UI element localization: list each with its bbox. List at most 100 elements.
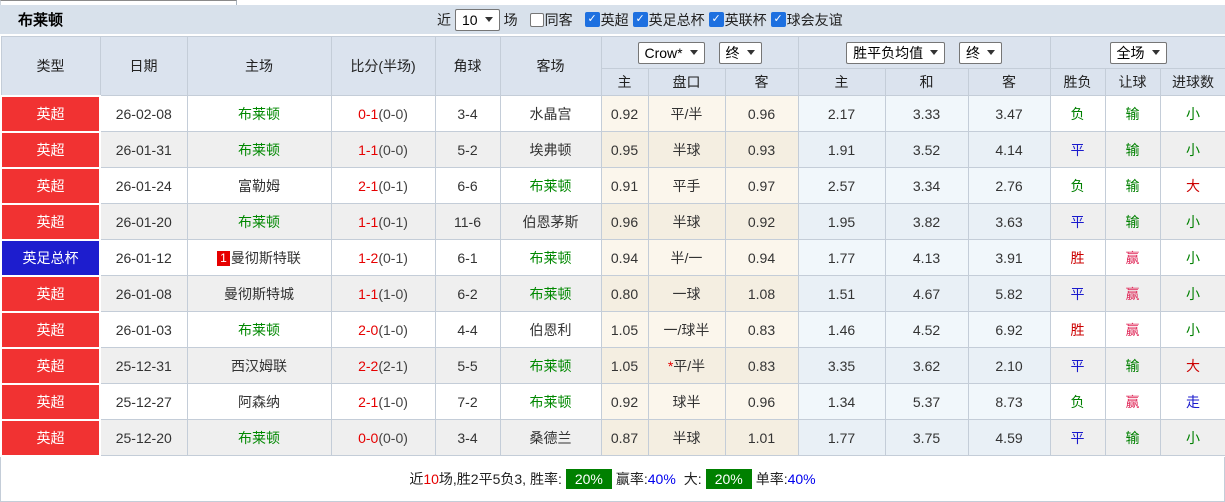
avg-draw-odds: 3.33 bbox=[884, 95, 969, 132]
match-date: 26-02-08 bbox=[99, 95, 188, 132]
average-time-select[interactable]: 终 bbox=[958, 41, 1002, 64]
handicap-result: 输 bbox=[1104, 347, 1161, 384]
away-team-name: 布莱顿 bbox=[529, 285, 572, 302]
match-result: 负 bbox=[1049, 167, 1106, 204]
away-team-name: 桑德兰 bbox=[529, 429, 572, 446]
filter-league-cup[interactable]: ✓ 英联杯 bbox=[708, 10, 767, 30]
handicap-line: 一/球半 bbox=[647, 311, 726, 348]
match-date: 25-12-31 bbox=[99, 347, 188, 384]
home-team-name: 西汉姆联 bbox=[231, 357, 287, 374]
away-team-cell: 埃弗顿 bbox=[499, 131, 602, 168]
summary-recent-label: 近 bbox=[409, 470, 424, 487]
match-date: 26-01-03 bbox=[99, 311, 188, 348]
league-badge: 英足总杯 bbox=[0, 238, 101, 277]
avg-home-odds: 1.51 bbox=[797, 275, 886, 312]
handicap-home-odds: 0.87 bbox=[600, 419, 649, 456]
recent-count-select[interactable]: 10 bbox=[455, 8, 500, 31]
halftime-score: (0-0) bbox=[378, 141, 408, 158]
recent-label: 近 bbox=[437, 11, 451, 28]
summary-record: 场,胜2平5负3, 胜率: bbox=[438, 470, 562, 487]
handicap-home-odds: 0.92 bbox=[600, 95, 649, 132]
avg-away-odds: 6.92 bbox=[967, 311, 1051, 348]
table-row: 英超 25-12-20 布莱顿 0-0(0-0) 3-4 桑德兰 0.87 半球… bbox=[0, 418, 1225, 457]
away-team-cell: 水晶宫 bbox=[499, 95, 602, 132]
away-team-cell: 布莱顿 bbox=[499, 275, 602, 312]
avg-draw-odds: 3.62 bbox=[884, 347, 969, 384]
filter-fa-cup[interactable]: ✓ 英足总杯 bbox=[632, 10, 705, 30]
handicap-line-text: 半球 bbox=[672, 141, 701, 158]
checkbox-unchecked-icon[interactable] bbox=[529, 12, 544, 27]
goals-result: 大 bbox=[1159, 167, 1225, 204]
handicap-home-odds: 0.80 bbox=[600, 275, 649, 312]
goals-result: 小 bbox=[1159, 419, 1225, 456]
checkbox-checked-icon[interactable]: ✓ bbox=[584, 12, 600, 27]
avg-draw-odds: 4.52 bbox=[884, 311, 969, 348]
table-row: 英超 25-12-27 阿森纳 2-1(1-0) 7-2 布莱顿 0.92 球半… bbox=[0, 382, 1225, 421]
fulltime-score: 0-1 bbox=[358, 105, 379, 122]
win-rate-chip: 20% bbox=[565, 468, 612, 489]
avg-draw-odds: 4.67 bbox=[884, 275, 969, 312]
goals-result: 大 bbox=[1159, 347, 1225, 384]
period-select[interactable]: 全场 bbox=[1109, 41, 1167, 64]
home-team-name: 布莱顿 bbox=[238, 429, 280, 446]
away-team-cell: 布莱顿 bbox=[499, 239, 602, 276]
avg-draw-odds: 3.82 bbox=[884, 203, 969, 240]
fulltime-score: 2-1 bbox=[358, 393, 379, 410]
halftime-score: (1-0) bbox=[378, 321, 408, 338]
league-badge: 英超 bbox=[0, 382, 101, 421]
home-team-cell: 布莱顿 bbox=[186, 95, 332, 132]
goals-result: 小 bbox=[1159, 311, 1225, 348]
filter-club-friendly[interactable]: ✓ 球会友谊 bbox=[770, 10, 843, 30]
score-cell: 1-1(0-1) bbox=[330, 203, 436, 240]
average-odds-group-header: 胜平负均值 终 bbox=[797, 36, 1051, 69]
checkbox-checked-icon[interactable]: ✓ bbox=[770, 12, 786, 27]
corner-count: 6-1 bbox=[434, 239, 501, 276]
average-type-select[interactable]: 胜平负均值 bbox=[846, 41, 946, 64]
handicap-time-select[interactable]: 终 bbox=[718, 41, 762, 64]
home-team-cell: 曼彻斯特城 bbox=[186, 275, 332, 312]
table-row: 英超 26-01-24 富勒姆 2-1(0-1) 6-6 布莱顿 0.91 平手… bbox=[0, 166, 1225, 205]
filter-same-venue[interactable]: 同客 bbox=[529, 10, 573, 30]
corner-count: 3-4 bbox=[434, 95, 501, 132]
summary-recent-count: 10 bbox=[423, 470, 439, 487]
handicap-rate-label: 赢率: bbox=[615, 470, 648, 487]
chevron-down-icon bbox=[689, 50, 698, 55]
handicap-line: 半球 bbox=[647, 203, 726, 240]
filter-premier-league[interactable]: ✓ 英超 bbox=[584, 10, 629, 30]
number-badge: 1 bbox=[217, 250, 230, 266]
handicap-away-odds: 0.96 bbox=[724, 95, 799, 132]
handicap-home-odds: 0.95 bbox=[600, 131, 649, 168]
away-team-cell: 伯恩茅斯 bbox=[499, 203, 602, 240]
match-result: 胜 bbox=[1049, 311, 1106, 348]
home-team-name: 富勒姆 bbox=[238, 177, 280, 194]
summary-footer: 近 10 场,胜2平5负3, 胜率: 20% 赢率: 40% 大: 20% 单率: 40% bbox=[0, 456, 1225, 502]
away-team-cell: 桑德兰 bbox=[499, 419, 602, 456]
match-date: 26-01-20 bbox=[99, 203, 188, 240]
match-result: 平 bbox=[1049, 203, 1106, 240]
avg-home-odds: 3.35 bbox=[797, 347, 886, 384]
avg-home-odds: 1.91 bbox=[797, 131, 886, 168]
fulltime-score: 2-0 bbox=[358, 321, 379, 338]
avg-away-odds: 4.59 bbox=[967, 419, 1051, 456]
checkbox-checked-icon[interactable]: ✓ bbox=[708, 12, 724, 27]
avg-away-odds: 2.76 bbox=[967, 167, 1051, 204]
home-team-cell: 富勒姆 bbox=[186, 167, 332, 204]
match-date: 25-12-20 bbox=[99, 419, 188, 456]
col-header-odds-away: 客 bbox=[724, 68, 799, 96]
col-header-goals: 进球数 bbox=[1159, 68, 1225, 96]
chevron-down-icon bbox=[484, 17, 493, 22]
handicap-line-text: 一球 bbox=[672, 285, 701, 302]
handicap-home-odds: 0.94 bbox=[600, 239, 649, 276]
league-badge: 英超 bbox=[0, 94, 101, 133]
bookmaker-select[interactable]: Crow* bbox=[637, 41, 705, 64]
corner-count: 5-5 bbox=[434, 347, 501, 384]
fulltime-score: 0-0 bbox=[358, 429, 379, 446]
col-header-handicap-result: 让球 bbox=[1104, 68, 1161, 96]
goals-result: 小 bbox=[1159, 239, 1225, 276]
home-team-name: 曼彻斯特城 bbox=[224, 285, 294, 302]
home-team-cell: 布莱顿 bbox=[186, 203, 332, 240]
league-badge: 英超 bbox=[0, 166, 101, 205]
checkbox-checked-icon[interactable]: ✓ bbox=[632, 12, 648, 27]
avg-draw-odds: 4.13 bbox=[884, 239, 969, 276]
avg-away-odds: 5.82 bbox=[967, 275, 1051, 312]
